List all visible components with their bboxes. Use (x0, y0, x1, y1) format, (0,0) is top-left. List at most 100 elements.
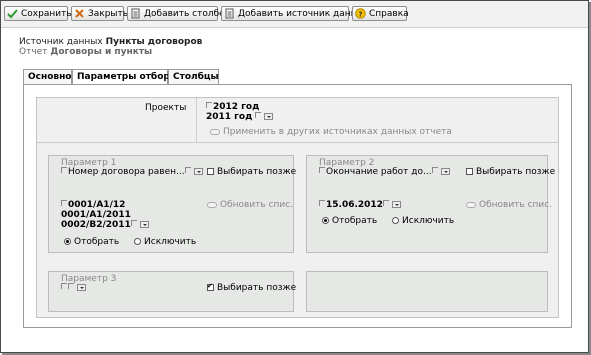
add-data-source-label: Добавить источник данных (238, 8, 369, 19)
report-line: Отчет Договоры и пункты (19, 47, 152, 57)
close-label: Закрыть (88, 8, 129, 19)
param1-refresh-button[interactable]: Обновить спис. (207, 200, 293, 210)
param2-select-radio[interactable]: Отобрать (322, 216, 377, 226)
save-button[interactable]: Сохранить (4, 6, 72, 21)
param2-field-label: Окончание работ до... (326, 167, 432, 177)
param1-select-label: Отобрать (74, 237, 120, 247)
document-icon (130, 8, 141, 19)
tab-columns[interactable]: Столбцы (168, 69, 219, 84)
corner-marker-icon (61, 200, 67, 206)
checkbox-icon[interactable] (466, 168, 473, 175)
dropdown-arrow-icon[interactable] (264, 113, 274, 120)
dropdown-arrow-icon[interactable] (193, 168, 203, 175)
report-editor-window: Сохранить Закрыть Добавить столбец Добав… (0, 0, 589, 353)
help-label: Справка (369, 8, 409, 19)
document-icon (224, 8, 235, 19)
tab-main[interactable]: Основное (23, 69, 78, 84)
dropdown-arrow-icon[interactable] (139, 221, 149, 228)
empty-param-slot (306, 271, 548, 312)
toggle-button-icon (207, 201, 217, 208)
toggle-button-icon (466, 201, 476, 208)
projects-divider (196, 98, 197, 142)
param1-value-list[interactable]: 0001/A1/12 0001/A1/2011 0002/B2/2011 (61, 200, 149, 230)
add-column-button[interactable]: Добавить столбец (127, 6, 231, 21)
corner-marker-icon (319, 200, 325, 206)
toolbar: Сохранить Закрыть Добавить столбец Добав… (1, 1, 588, 28)
param1-box: Параметр 1 Номер договора равен... Выбир… (48, 155, 296, 253)
param2-mode-radios: Отобрать Исключить (322, 216, 454, 226)
param1-choose-later[interactable]: Выбирать позже (207, 167, 296, 177)
tab-filter-params[interactable]: Параметры отбора (72, 69, 176, 85)
corner-marker-icon (61, 167, 67, 173)
projects-row: Проекты 2012 год 2011 год Применить в др… (37, 98, 558, 143)
save-label: Сохранить (21, 8, 72, 19)
radio-selected-icon (64, 238, 71, 245)
param1-field-label: Номер договора равен... (68, 167, 185, 177)
param3-choose-later-label: Выбирать позже (217, 283, 297, 293)
filter-params-panel: Проекты 2012 год 2011 год Применить в др… (23, 84, 572, 328)
corner-marker-icon (255, 112, 262, 118)
help-icon: ? (355, 8, 366, 19)
apply-label: Применить в других источниках данных отч… (223, 127, 452, 137)
report-name: Договоры и пункты (50, 47, 153, 57)
param3-choose-later[interactable]: Выбирать позже (207, 282, 297, 293)
param2-choose-later-label: Выбирать позже (476, 167, 556, 177)
param1-exclude-label: Исключить (144, 237, 197, 247)
param2-date: 15.06.2012 (326, 200, 383, 210)
radio-icon (134, 238, 142, 245)
close-icon (74, 8, 85, 19)
corner-marker-icon (431, 167, 438, 173)
param3-field-select[interactable] (61, 283, 86, 293)
param2-exclude-radio[interactable]: Исключить (392, 216, 454, 226)
corner-marker-icon (206, 102, 212, 108)
corner-marker-icon (184, 167, 191, 173)
project-value-1: 2012 год (213, 102, 260, 112)
dropdown-arrow-icon[interactable] (440, 168, 450, 175)
add-data-source-button[interactable]: Добавить источник данных (221, 6, 369, 21)
projects-value-list[interactable]: 2012 год 2011 год (206, 102, 274, 122)
checkbox-icon[interactable] (207, 168, 214, 175)
param1-exclude-radio[interactable]: Исключить (134, 237, 196, 247)
corner-marker-icon (130, 220, 137, 226)
data-source-label: Источник данных (19, 37, 103, 47)
apply-to-other-sources[interactable]: Применить в других источниках данных отч… (210, 127, 452, 137)
param1-field-select[interactable]: Номер договора равен... (61, 167, 203, 177)
param2-choose-later[interactable]: Выбирать позже (466, 167, 555, 177)
param1-choose-later-label: Выбирать позже (217, 167, 297, 177)
param2-select-label: Отобрать (332, 216, 378, 226)
toggle-button-icon (210, 128, 220, 135)
add-column-label: Добавить столбец (144, 8, 231, 19)
param2-refresh-label: Обновить спис. (479, 200, 553, 210)
projects-label: Проекты (145, 103, 187, 113)
data-source-name: Пункты договоров (105, 37, 203, 47)
param2-refresh-button[interactable]: Обновить спис. (466, 200, 552, 210)
corner-marker-icon (319, 167, 325, 173)
param3-box: Параметр 3 Выбирать позже (48, 271, 297, 312)
param1-mode-radios: Отобрать Исключить (64, 237, 196, 247)
checkmark-icon (7, 8, 18, 19)
radio-icon (392, 217, 400, 224)
corner-marker-icon (382, 200, 389, 206)
param1-value-3: 0002/B2/2011 (61, 220, 131, 230)
param1-value-2: 0001/A1/2011 (61, 210, 131, 220)
project-value-2: 2011 год (206, 112, 253, 122)
svg-text:?: ? (358, 10, 362, 18)
checkbox-checked-icon[interactable] (207, 282, 214, 291)
help-button[interactable]: ? Справка (352, 6, 409, 21)
param2-date-value[interactable]: 15.06.2012 (319, 200, 401, 210)
param2-exclude-label: Исключить (402, 216, 455, 226)
param2-field-select[interactable]: Окончание работ до... (319, 167, 450, 177)
param1-value-1: 0001/A1/12 (68, 200, 126, 210)
data-source-line: Источник данных Пункты договоров (19, 37, 202, 47)
param1-select-radio[interactable]: Отобрать (64, 237, 119, 247)
close-button[interactable]: Закрыть (71, 6, 128, 21)
corner-marker-icon (61, 283, 67, 289)
param2-box: Параметр 2 Окончание работ до... Выбират… (306, 155, 555, 253)
corner-marker-icon (68, 283, 74, 289)
radio-selected-icon (322, 217, 329, 224)
dropdown-arrow-icon[interactable] (391, 201, 401, 208)
report-label: Отчет (19, 47, 48, 57)
dropdown-arrow-icon[interactable] (77, 284, 86, 291)
filter-params-area: Проекты 2012 год 2011 год Применить в др… (36, 97, 559, 318)
param1-refresh-label: Обновить спис. (220, 200, 294, 210)
